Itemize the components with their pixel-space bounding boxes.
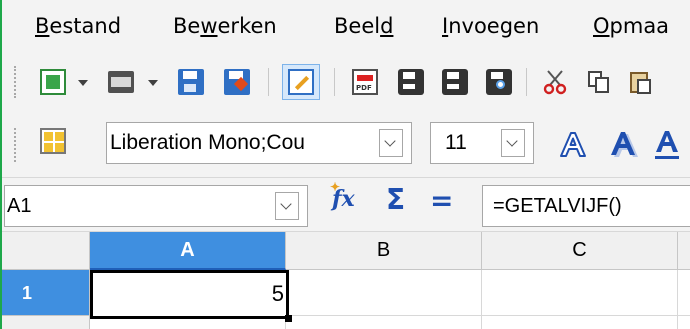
dropdown-arrow-icon[interactable]	[148, 80, 158, 86]
sum-icon[interactable]: Σ	[386, 183, 405, 216]
copy-icon[interactable]	[586, 69, 612, 95]
toolbar-grip-icon[interactable]	[14, 128, 18, 162]
menu-bar: Bestand Bewerken Beeld Invoegen Opmaa	[2, 0, 690, 52]
underline-font-icon[interactable]	[652, 128, 682, 162]
edit-mode-icon	[288, 69, 314, 95]
save-as-icon[interactable]	[224, 69, 250, 95]
menu-bestand[interactable]: Bestand	[35, 14, 121, 38]
row-header-1[interactable]: 1	[2, 270, 90, 316]
name-box[interactable]: A1	[4, 185, 308, 227]
chevron-down-icon	[280, 198, 292, 210]
cell-a2[interactable]	[90, 319, 286, 329]
function-wizard-icon[interactable]: ✦ fx	[330, 180, 355, 212]
toolbar-separator	[526, 68, 527, 96]
cell-d1-partial[interactable]	[678, 270, 690, 316]
chevron-down-icon	[384, 135, 396, 147]
font-size-combobox[interactable]: 11	[430, 122, 534, 164]
edit-mode-button[interactable]	[282, 64, 320, 100]
formula-input[interactable]: =GETALVIJF()	[482, 185, 690, 227]
cell-b1[interactable]	[289, 270, 482, 316]
formula-equals-icon[interactable]: =	[430, 184, 453, 217]
print-icon[interactable]	[398, 69, 424, 95]
toolbar-separator	[334, 68, 335, 96]
menu-beeld[interactable]: Beeld	[334, 14, 393, 38]
font-name-dropdown-button[interactable]	[379, 129, 403, 157]
styles-icon[interactable]	[40, 128, 66, 154]
font-name-combobox[interactable]: Liberation Mono;Cou	[106, 122, 412, 164]
cell-c1[interactable]	[482, 270, 678, 316]
column-header-a[interactable]: A	[90, 232, 286, 270]
shadow-font-icon[interactable]	[607, 130, 639, 160]
outline-font-icon[interactable]	[557, 130, 589, 160]
print-direct-icon[interactable]	[442, 69, 468, 95]
formatting-toolbar: Liberation Mono;Cou 11	[2, 112, 690, 177]
paste-icon[interactable]	[628, 69, 654, 95]
toolbar-separator	[268, 68, 269, 96]
menu-opmaak[interactable]: Opmaa	[593, 14, 669, 38]
toolbar-grip-icon[interactable]	[14, 66, 18, 98]
cell-a1[interactable]: 5	[90, 270, 292, 322]
save-icon[interactable]	[178, 69, 204, 95]
standard-toolbar: PDF	[2, 52, 690, 112]
name-box-dropdown-button[interactable]	[275, 192, 299, 220]
font-size-value: 11	[445, 131, 467, 154]
column-header-b[interactable]: B	[286, 232, 482, 270]
column-header-d-partial[interactable]	[678, 232, 690, 270]
formula-text: =GETALVIJF()	[493, 195, 622, 217]
dropdown-arrow-icon[interactable]	[78, 80, 88, 86]
menu-invoegen[interactable]: Invoegen	[442, 14, 539, 38]
row-header-2[interactable]	[2, 316, 90, 329]
print-preview-icon[interactable]	[486, 69, 512, 95]
autofill-handle[interactable]	[285, 315, 292, 322]
app-window: Bestand Bewerken Beeld Invoegen Opmaa PD…	[0, 0, 690, 329]
column-header-c[interactable]: C	[482, 232, 678, 270]
select-all-corner[interactable]	[2, 232, 90, 270]
font-size-dropdown-button[interactable]	[501, 129, 525, 157]
cell-b2[interactable]	[286, 316, 482, 329]
formula-bar: A1 ✦ fx Σ = =GETALVIJF()	[2, 177, 690, 232]
name-box-value: A1	[7, 195, 32, 217]
font-name-value: Liberation Mono;Cou	[110, 131, 305, 154]
cell-c2[interactable]	[482, 316, 678, 329]
export-pdf-icon[interactable]: PDF	[352, 69, 378, 95]
chevron-down-icon	[506, 135, 518, 147]
menu-bewerken[interactable]: Bewerken	[173, 14, 277, 38]
open-folder-icon[interactable]	[108, 71, 134, 93]
cut-icon[interactable]	[542, 69, 568, 95]
new-document-icon[interactable]	[40, 69, 66, 95]
